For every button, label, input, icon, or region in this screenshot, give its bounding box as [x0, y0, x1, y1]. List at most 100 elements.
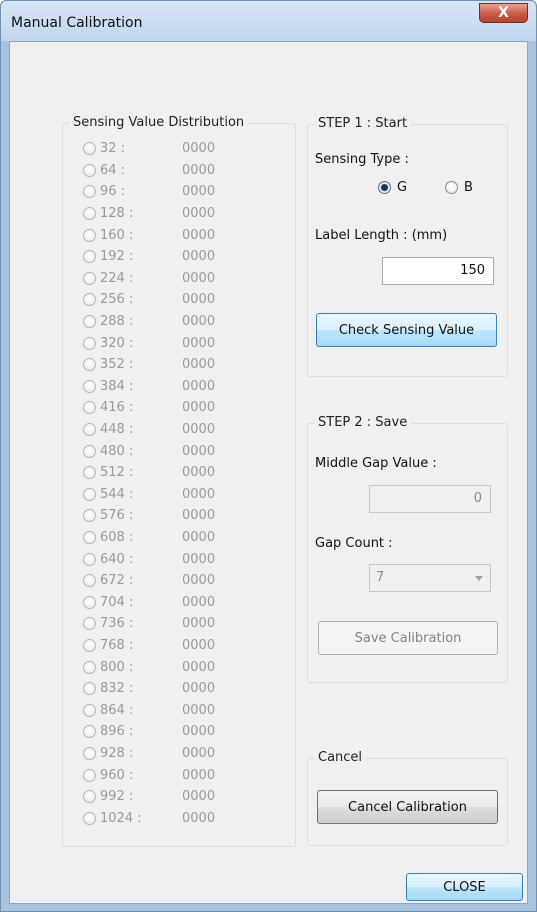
distribution-key: 1024 :	[100, 810, 142, 826]
distribution-row: 384 : 0000	[83, 376, 253, 398]
distribution-value: 0000	[182, 227, 216, 243]
distribution-radio-icon	[83, 509, 96, 523]
distribution-row: 928 : 0000	[83, 743, 253, 765]
distribution-row: 736 : 0000	[83, 613, 253, 635]
distribution-radio-icon	[83, 552, 96, 566]
sensing-type-label: Sensing Type :	[315, 152, 409, 167]
close-button[interactable]: CLOSE	[406, 873, 523, 901]
title-bar[interactable]: Manual Calibration X	[1, 1, 536, 41]
distribution-value: 0000	[182, 314, 216, 330]
distribution-value: 0000	[182, 162, 216, 178]
label-length-input[interactable]: 150	[382, 257, 494, 285]
distribution-value: 0000	[182, 594, 216, 610]
distribution-key: 640 :	[100, 551, 134, 567]
distribution-row: 32 : 0000	[83, 138, 253, 160]
distribution-radio-icon	[83, 595, 96, 609]
dialog-client-area: Sensing Value Distribution 32 : 0000 64 : 0…	[9, 41, 528, 904]
distribution-radio-icon	[83, 531, 96, 545]
middle-gap-label: Middle Gap Value :	[315, 456, 437, 471]
distribution-row: 832 : 0000	[83, 678, 253, 700]
distribution-radio-icon	[83, 768, 96, 782]
distribution-row: 672 : 0000	[83, 570, 253, 592]
step1-group-title: STEP 1 : Start	[314, 116, 412, 131]
distribution-radio-icon	[83, 163, 96, 177]
distribution-value: 0000	[182, 746, 216, 762]
distribution-radio-icon	[83, 466, 96, 480]
save-calibration-button[interactable]: Save Calibration	[318, 621, 498, 655]
radio-unselected-icon[interactable]	[445, 181, 458, 194]
sensing-type-b-label: B	[464, 180, 473, 195]
distribution-row: 416 : 0000	[83, 397, 253, 419]
middle-gap-input[interactable]: 0	[369, 485, 491, 513]
distribution-radio-icon	[83, 293, 96, 307]
dialog-window: Manual Calibration X Sensing Value Distr…	[0, 0, 537, 912]
distribution-key: 416 :	[100, 400, 134, 416]
distribution-row: 192 : 0000	[83, 246, 253, 268]
distribution-radio-icon	[83, 811, 96, 825]
distribution-row: 256 : 0000	[83, 289, 253, 311]
step2-group-title: STEP 2 : Save	[314, 415, 412, 430]
distribution-radio-icon	[83, 185, 96, 199]
distribution-radio-icon	[83, 747, 96, 761]
chevron-down-icon[interactable]	[475, 576, 483, 581]
distribution-key: 224 :	[100, 270, 134, 286]
distribution-value: 0000	[182, 249, 216, 265]
distribution-row: 512 : 0000	[83, 462, 253, 484]
sensing-type-g-option[interactable]: G	[378, 180, 407, 195]
distribution-row: 960 : 0000	[83, 764, 253, 786]
distribution-value: 0000	[182, 681, 216, 697]
distribution-value: 0000	[182, 378, 216, 394]
distribution-key: 896 :	[100, 724, 134, 740]
distribution-radio-icon	[83, 250, 96, 264]
distribution-key: 32 :	[100, 141, 126, 157]
distribution-key: 736 :	[100, 616, 134, 632]
distribution-key: 384 :	[100, 378, 134, 394]
distribution-key: 256 :	[100, 292, 134, 308]
distribution-row: 1024 : 0000	[83, 808, 253, 830]
distribution-value: 0000	[182, 530, 216, 546]
distribution-value: 0000	[182, 702, 216, 718]
distribution-radio-icon	[83, 228, 96, 242]
distribution-row: 96 : 0000	[83, 181, 253, 203]
distribution-radio-icon	[83, 660, 96, 674]
distribution-key: 352 :	[100, 357, 134, 373]
distribution-radio-icon	[83, 682, 96, 696]
distribution-radio-icon	[83, 336, 96, 350]
distribution-key: 288 :	[100, 314, 134, 330]
distribution-radio-icon	[83, 379, 96, 393]
distribution-radio-icon	[83, 617, 96, 631]
gap-count-select[interactable]: 7	[369, 564, 491, 592]
distribution-row: 544 : 0000	[83, 484, 253, 506]
distribution-value: 0000	[182, 789, 216, 805]
cancel-calibration-button[interactable]: Cancel Calibration	[317, 790, 498, 824]
distribution-value: 0000	[182, 724, 216, 740]
distribution-value: 0000	[182, 443, 216, 459]
distribution-value: 0000	[182, 767, 216, 783]
distribution-value: 0000	[182, 422, 216, 438]
distribution-radio-icon	[83, 271, 96, 285]
distribution-key: 704 :	[100, 594, 134, 610]
distribution-value: 0000	[182, 551, 216, 567]
distribution-radio-icon	[83, 703, 96, 717]
check-sensing-value-button[interactable]: Check Sensing Value	[316, 313, 497, 347]
distribution-value: 0000	[182, 400, 216, 416]
distribution-group-title: Sensing Value Distribution	[69, 115, 249, 130]
distribution-radio-icon	[83, 207, 96, 221]
distribution-value: 0000	[182, 659, 216, 675]
distribution-key: 448 :	[100, 422, 134, 438]
distribution-value: 0000	[182, 508, 216, 524]
sensing-type-b-option[interactable]: B	[445, 180, 473, 195]
distribution-radio-icon	[83, 142, 96, 156]
label-length-label: Label Length : (mm)	[315, 228, 448, 243]
distribution-key: 192 :	[100, 249, 134, 265]
close-icon[interactable]: X	[479, 3, 528, 23]
distribution-key: 64 :	[100, 162, 126, 178]
radio-selected-icon[interactable]	[378, 181, 391, 194]
distribution-key: 320 :	[100, 335, 134, 351]
distribution-row: 768 : 0000	[83, 635, 253, 657]
distribution-row: 640 : 0000	[83, 548, 253, 570]
distribution-radio-icon	[83, 725, 96, 739]
distribution-key: 544 :	[100, 486, 134, 502]
distribution-radio-icon	[83, 315, 96, 329]
distribution-row: 704 : 0000	[83, 592, 253, 614]
